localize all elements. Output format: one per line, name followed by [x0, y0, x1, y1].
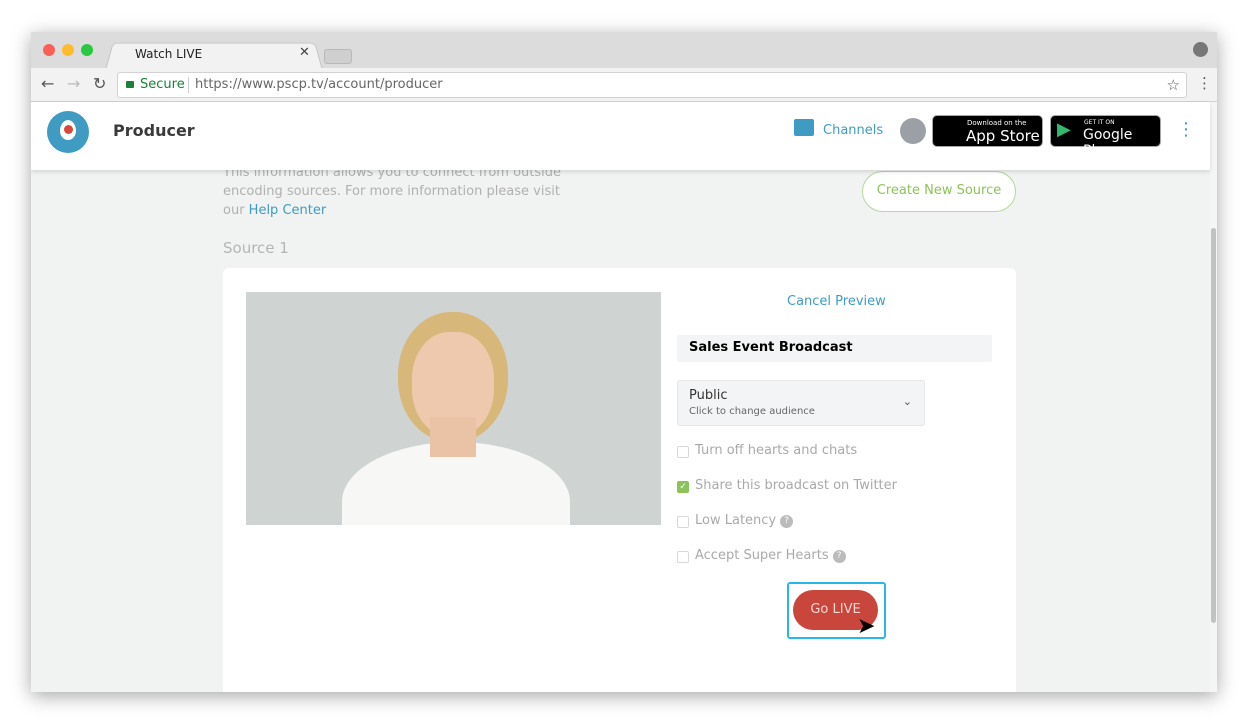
option-label: Low Latency — [695, 513, 777, 528]
play-icon: ▶ — [1057, 119, 1071, 140]
minimize-window-button[interactable] — [62, 44, 74, 56]
profile-icon[interactable] — [1193, 42, 1208, 57]
option-label: Turn off hearts and chats — [695, 443, 858, 458]
option-label: Share this broadcast on Twitter — [695, 478, 897, 493]
option-label: Accept Super Hearts — [695, 548, 829, 563]
audience-value: Public — [689, 388, 728, 403]
video-preview — [246, 292, 661, 525]
address-bar[interactable]: Secure https://www.pscp.tv/account/produ… — [117, 72, 1187, 98]
browser-window: Watch LIVE ✕ ← → ↻ Secure https://www.ps… — [31, 32, 1217, 692]
help-center-link[interactable]: Help Center — [249, 203, 327, 218]
url-text: https://www.pscp.tv/account/producer — [195, 77, 443, 92]
google-play-badge[interactable]: ▶ GET IT ON Google Play — [1050, 115, 1161, 159]
super-hearts-checkbox[interactable] — [677, 551, 689, 563]
low-latency-checkbox[interactable] — [677, 516, 689, 528]
reload-icon[interactable]: ↻ — [93, 74, 106, 93]
turn-off-hearts-checkbox[interactable] — [677, 446, 689, 458]
main-content: This information allows you to connect f… — [31, 165, 1210, 692]
google-big-text: Google Play — [1083, 127, 1133, 159]
channels-link[interactable]: Channels — [823, 123, 883, 138]
page-title: Producer — [113, 121, 195, 140]
app-header: Producer Channels Download on the App St… — [31, 102, 1210, 170]
periscope-logo[interactable] — [47, 111, 89, 153]
back-icon[interactable]: ← — [41, 74, 54, 93]
google-small-text: GET IT ON — [1084, 119, 1115, 126]
browser-menu-icon[interactable]: ⋮ — [1197, 74, 1212, 92]
appstore-small-text: Download on the — [967, 119, 1027, 127]
more-menu-icon[interactable]: ⋮ — [1177, 119, 1195, 140]
scrollbar[interactable] — [1210, 102, 1217, 692]
cursor-icon: ➤ — [857, 614, 876, 639]
tv-icon[interactable] — [794, 119, 814, 136]
new-tab-button[interactable] — [324, 49, 352, 64]
tab-close-icon[interactable]: ✕ — [299, 45, 310, 60]
title-value: Sales Event Broadcast — [689, 340, 853, 355]
tab-bar: Watch LIVE ✕ — [31, 32, 1217, 71]
audience-select[interactable]: Public Click to change audience ⌄ — [677, 380, 925, 426]
browser-toolbar: ← → ↻ Secure https://www.pscp.tv/account… — [31, 68, 1217, 102]
secure-label: Secure — [140, 77, 185, 92]
avatar[interactable] — [900, 118, 926, 144]
appstore-big-text: App Store — [966, 127, 1040, 145]
help-icon[interactable]: ? — [780, 515, 794, 528]
help-icon[interactable]: ? — [832, 550, 846, 563]
maximize-window-button[interactable] — [81, 44, 93, 56]
source-title: Source 1 — [223, 239, 289, 257]
bookmark-star-icon[interactable]: ☆ — [1167, 73, 1180, 97]
scrollbar-thumb[interactable] — [1211, 228, 1216, 623]
source-card: Cancel Preview Sales Event Broadcast Pub… — [223, 268, 1016, 692]
tab-title: Watch LIVE — [135, 47, 203, 61]
close-window-button[interactable] — [43, 44, 55, 56]
share-twitter-checkbox[interactable]: ✓ — [677, 481, 689, 493]
cancel-preview-link[interactable]: Cancel Preview — [787, 294, 886, 309]
app-store-badge[interactable]: Download on the App Store — [932, 115, 1043, 147]
lock-icon — [126, 81, 134, 88]
broadcast-title-input[interactable]: Sales Event Broadcast — [677, 335, 992, 362]
chevron-down-icon: ⌄ — [902, 395, 912, 408]
audience-hint: Click to change audience — [689, 406, 815, 417]
intro-text: This information allows you to connect f… — [223, 165, 562, 218]
forward-icon[interactable]: → — [67, 74, 80, 93]
create-new-source-button[interactable]: Create New Source — [862, 171, 1016, 212]
